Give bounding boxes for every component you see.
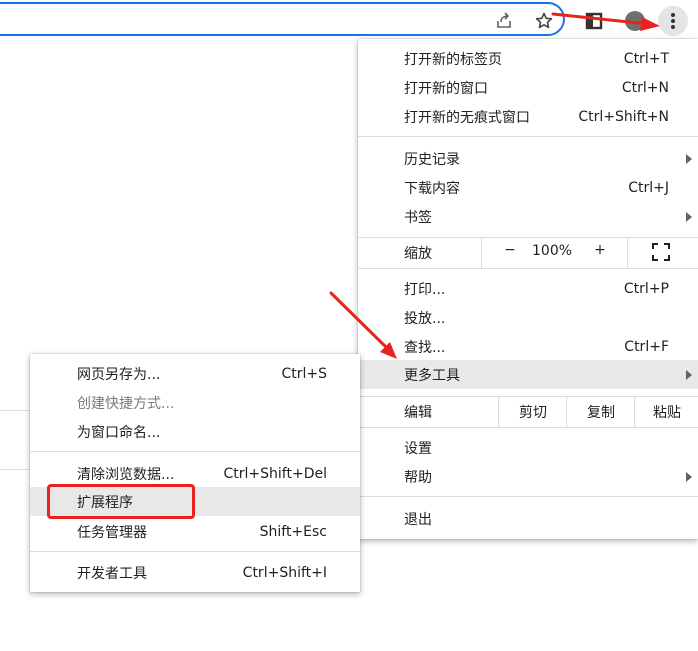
submenu-arrow-icon bbox=[686, 471, 692, 482]
zoom-controls: − 100% + bbox=[481, 237, 628, 268]
zoom-level: 100% bbox=[532, 243, 573, 259]
annotation-highlight-box bbox=[47, 484, 195, 519]
submenu-arrow-icon bbox=[686, 211, 692, 222]
address-bar[interactable] bbox=[0, 2, 565, 36]
profile-icon[interactable] bbox=[623, 9, 647, 33]
menu-item-label: 设置 bbox=[404, 440, 432, 457]
menu-item-label: 开发者工具 bbox=[77, 565, 147, 582]
menu-item-shortcut: Ctrl+N bbox=[621, 79, 669, 96]
menu-divider bbox=[358, 136, 698, 137]
copy-button[interactable]: 复制 bbox=[566, 396, 635, 427]
extension-icon[interactable] bbox=[582, 9, 606, 33]
menu-item-label: 投放... bbox=[404, 310, 446, 327]
menu-item-developer-tools[interactable]: 开发者工具 Ctrl+Shift+I bbox=[30, 558, 360, 587]
menu-item-save-page-as[interactable]: 网页另存为... Ctrl+S bbox=[30, 359, 360, 388]
menu-item-label: 打开新的无痕式窗口 bbox=[404, 109, 530, 126]
more-menu-button[interactable] bbox=[658, 6, 688, 36]
menu-divider bbox=[30, 551, 360, 552]
edit-row: 编辑 剪切 复制 粘贴 bbox=[358, 396, 698, 427]
chrome-main-menu: 打开新的标签页 Ctrl+T 打开新的窗口 Ctrl+N 打开新的无痕式窗口 C… bbox=[358, 39, 698, 539]
menu-item-downloads[interactable]: 下载内容 Ctrl+J bbox=[358, 173, 698, 202]
menu-item-cast[interactable]: 投放... bbox=[358, 303, 698, 332]
browser-toolbar bbox=[0, 0, 698, 40]
paste-button[interactable]: 粘贴 bbox=[634, 396, 698, 427]
menu-item-label: 打印... bbox=[404, 281, 446, 298]
menu-item-label: 创建快捷方式... bbox=[77, 395, 175, 412]
menu-divider bbox=[358, 268, 698, 269]
menu-item-label: 查找... bbox=[404, 339, 446, 356]
fullscreen-icon[interactable] bbox=[652, 243, 670, 261]
menu-item-shortcut: Ctrl+S bbox=[281, 365, 327, 382]
menu-item-help[interactable]: 帮助 bbox=[358, 462, 698, 491]
menu-item-shortcut: Shift+Esc bbox=[259, 523, 327, 540]
menu-item-label: 历史记录 bbox=[404, 151, 460, 168]
zoom-row: 缩放 − 100% + bbox=[358, 237, 698, 268]
page-panel-edge bbox=[0, 410, 30, 470]
zoom-out-button[interactable]: − bbox=[502, 242, 518, 258]
menu-divider bbox=[358, 427, 698, 428]
menu-item-new-window[interactable]: 打开新的窗口 Ctrl+N bbox=[358, 73, 698, 102]
menu-divider bbox=[30, 451, 360, 452]
more-menu-icon bbox=[671, 13, 675, 29]
menu-divider bbox=[358, 496, 698, 497]
cut-button[interactable]: 剪切 bbox=[498, 396, 567, 427]
menu-item-label: 退出 bbox=[404, 511, 432, 528]
menu-item-label: 打开新的窗口 bbox=[404, 80, 488, 97]
menu-item-history[interactable]: 历史记录 bbox=[358, 144, 698, 173]
zoom-label: 缩放 bbox=[404, 246, 432, 262]
menu-item-shortcut: Ctrl+T bbox=[623, 50, 669, 67]
menu-item-label: 更多工具 bbox=[404, 367, 460, 384]
share-icon[interactable] bbox=[492, 9, 516, 33]
more-tools-submenu: 网页另存为... Ctrl+S 创建快捷方式... 为窗口命名... 清除浏览数… bbox=[30, 354, 360, 592]
menu-item-label: 任务管理器 bbox=[77, 524, 147, 541]
menu-item-shortcut: Ctrl+Shift+I bbox=[242, 564, 327, 581]
edit-label: 编辑 bbox=[404, 405, 432, 421]
menu-item-settings[interactable]: 设置 bbox=[358, 433, 698, 462]
menu-item-exit[interactable]: 退出 bbox=[358, 504, 698, 533]
zoom-in-button[interactable]: + bbox=[592, 242, 608, 258]
menu-item-label: 清除浏览数据... bbox=[77, 466, 175, 483]
menu-item-label: 帮助 bbox=[404, 469, 432, 486]
submenu-arrow-icon bbox=[686, 369, 692, 380]
menu-item-label: 为窗口命名... bbox=[77, 424, 161, 441]
menu-item-task-manager[interactable]: 任务管理器 Shift+Esc bbox=[30, 517, 360, 546]
menu-item-new-incognito-window[interactable]: 打开新的无痕式窗口 Ctrl+Shift+N bbox=[358, 102, 698, 131]
menu-item-label: 打开新的标签页 bbox=[404, 51, 502, 68]
menu-item-label: 书签 bbox=[404, 209, 432, 226]
menu-item-label: 网页另存为... bbox=[77, 366, 161, 383]
menu-item-shortcut: Ctrl+F bbox=[624, 338, 669, 355]
menu-item-print[interactable]: 打印... Ctrl+P bbox=[358, 274, 698, 303]
menu-item-shortcut: Ctrl+P bbox=[623, 280, 669, 297]
menu-item-new-tab[interactable]: 打开新的标签页 Ctrl+T bbox=[358, 44, 698, 73]
menu-item-more-tools[interactable]: 更多工具 bbox=[358, 360, 698, 389]
bookmark-star-icon[interactable] bbox=[532, 9, 556, 33]
menu-item-find[interactable]: 查找... Ctrl+F bbox=[358, 332, 698, 361]
menu-item-name-window[interactable]: 为窗口命名... bbox=[30, 417, 360, 446]
menu-item-create-shortcut: 创建快捷方式... bbox=[30, 388, 360, 417]
submenu-arrow-icon bbox=[686, 153, 692, 164]
menu-item-bookmarks[interactable]: 书签 bbox=[358, 202, 698, 231]
menu-item-label: 下载内容 bbox=[404, 180, 460, 197]
menu-item-shortcut: Ctrl+J bbox=[628, 179, 669, 196]
menu-item-shortcut: Ctrl+Shift+Del bbox=[223, 465, 327, 482]
menu-item-shortcut: Ctrl+Shift+N bbox=[578, 108, 669, 125]
